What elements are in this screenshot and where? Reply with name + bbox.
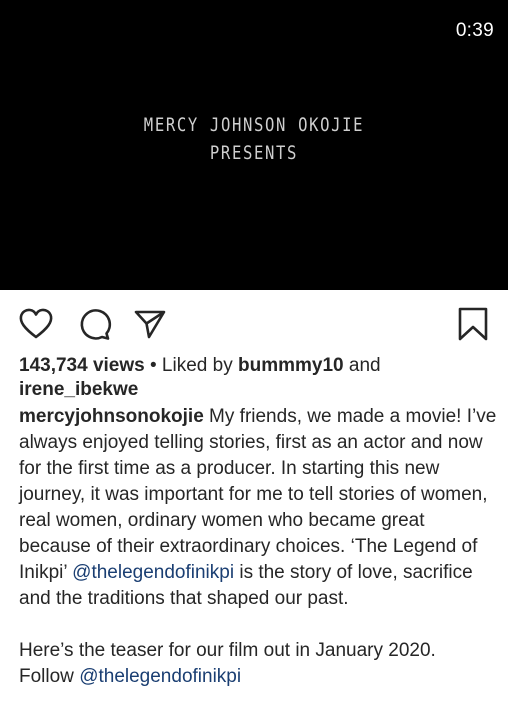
like-button[interactable] [18, 306, 54, 342]
share-button[interactable] [132, 306, 168, 342]
video-timer: 0:39 [455, 20, 494, 41]
caption-username[interactable]: mercyjohnsonokojie [19, 406, 204, 427]
comment-button[interactable] [76, 306, 112, 342]
follow-label: Follow [19, 666, 80, 687]
video-title-line2: PRESENTS [209, 142, 299, 164]
heart-icon [19, 308, 53, 339]
share-icon [134, 310, 166, 339]
comment-icon [80, 309, 112, 340]
liker-username-2[interactable]: irene_ibekwe [19, 379, 138, 400]
caption-paragraph-2: Here’s the teaser for our film out in Ja… [19, 640, 436, 661]
and-label: and [343, 355, 381, 376]
liker-username-1[interactable]: bummmy10 [238, 355, 344, 376]
action-bar [0, 290, 508, 354]
mention-link-2[interactable]: @thelegendofinikpi [79, 666, 241, 687]
post-stats: 143,734 views • Liked by bummmy10 and ir… [19, 354, 494, 402]
video-title-line1: MERCY JOHNSON OKOJIE [143, 114, 365, 136]
view-count[interactable]: 143,734 views [19, 355, 145, 376]
caption-text-1: My friends, we made a movie! I’ve always… [19, 406, 497, 583]
mention-link-1[interactable]: @thelegendofinikpi [72, 562, 234, 583]
video-player[interactable]: 0:39 MERCY JOHNSON OKOJIE PRESENTS [0, 0, 508, 290]
save-button[interactable] [455, 306, 491, 342]
post-caption: mercyjohnsonokojie My friends, we made a… [19, 404, 499, 690]
bookmark-icon [458, 307, 488, 341]
liked-by-label: • Liked by [144, 355, 238, 376]
